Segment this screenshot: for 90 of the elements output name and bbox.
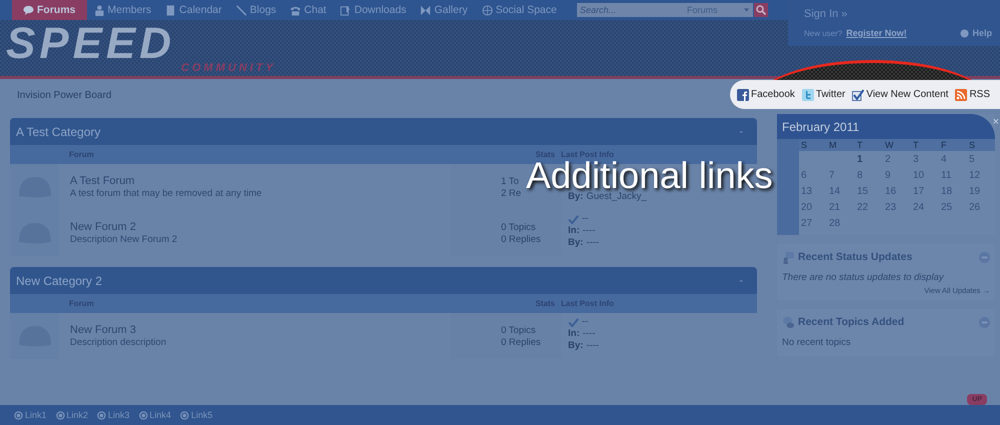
checkmark-icon bbox=[852, 88, 864, 100]
nav-tab[interactable]: Chat bbox=[283, 0, 334, 20]
last-post-author[interactable]: ---- bbox=[586, 340, 599, 352]
nav-tab[interactable]: Calendar bbox=[158, 0, 229, 20]
forum-stat: 0 Replies bbox=[501, 336, 542, 348]
search-field[interactable]: Search... bbox=[577, 3, 673, 17]
nav-tab[interactable]: Social Space bbox=[474, 0, 564, 20]
forum-stat: 0 Topics bbox=[501, 222, 537, 232]
last-post-title[interactable]: -- bbox=[582, 213, 588, 225]
logo-title: SPEED bbox=[6, 26, 176, 62]
last-post-by-label: By: bbox=[568, 340, 584, 352]
last-post-forum: ---- bbox=[582, 328, 596, 340]
last-post-title[interactable]: -- bbox=[582, 316, 588, 328]
person-icon bbox=[94, 4, 105, 16]
help-link[interactable]: Help bbox=[960, 28, 992, 38]
collapse-toggle[interactable]: - bbox=[739, 274, 743, 286]
globe-icon bbox=[482, 4, 493, 16]
forum-title-link[interactable]: New Forum 3 bbox=[70, 324, 451, 336]
collapse-icon[interactable] bbox=[979, 252, 990, 262]
search-icon bbox=[756, 5, 766, 15]
weekday-label: T bbox=[912, 140, 920, 150]
register-link[interactable]: Register Now! bbox=[846, 28, 907, 38]
new-user-label: New user? bbox=[804, 28, 842, 38]
forum-title-link[interactable]: A Test Forum bbox=[70, 175, 451, 187]
search-button[interactable] bbox=[754, 3, 768, 17]
weekday-label: S bbox=[968, 140, 976, 150]
sidebar-block-title: Recent Status Updates bbox=[798, 251, 912, 263]
download-icon bbox=[340, 4, 352, 16]
footer-link[interactable]: Link2 bbox=[56, 410, 88, 420]
status-update-icon bbox=[782, 250, 795, 264]
forum-description: Description description bbox=[70, 337, 168, 348]
circle-icon bbox=[97, 410, 106, 420]
checkmark-icon bbox=[568, 214, 579, 224]
close-button[interactable]: × bbox=[992, 116, 999, 128]
calendar-day[interactable]: 1 bbox=[855, 154, 883, 164]
calendar-month-title[interactable]: February 2011 bbox=[782, 120, 860, 134]
last-post-forum: ---- bbox=[582, 225, 596, 237]
nav-tab[interactable]: Members bbox=[86, 0, 158, 20]
header-link[interactable]: View New Content bbox=[852, 88, 948, 100]
header-link[interactable]: Twitter bbox=[802, 88, 846, 100]
weekday-label: M bbox=[828, 140, 838, 150]
phone-icon bbox=[290, 4, 302, 16]
speech-bubble-icon bbox=[23, 4, 34, 16]
forum-stat: 0 Replies bbox=[501, 234, 542, 244]
footer-link[interactable]: Link4 bbox=[138, 410, 172, 420]
weekday-label: T bbox=[856, 140, 864, 150]
category-title[interactable]: New Category 2 bbox=[16, 274, 102, 288]
sidebar-block-title: Recent Topics Added bbox=[798, 316, 904, 328]
category-title[interactable]: A Test Category bbox=[16, 124, 100, 138]
forum-title-link[interactable]: New Forum 2 bbox=[70, 221, 451, 233]
weekday-label: F bbox=[940, 140, 948, 150]
weekday-label: W bbox=[884, 140, 894, 150]
circle-icon bbox=[180, 410, 190, 420]
nav-tab[interactable]: Blogs bbox=[228, 0, 284, 20]
forum-stat: 2 Re bbox=[501, 188, 522, 198]
speech-bubbles-icon bbox=[782, 316, 795, 328]
help-icon bbox=[960, 28, 970, 38]
collapse-toggle[interactable]: - bbox=[739, 126, 743, 138]
facebook-icon bbox=[736, 88, 749, 100]
circle-icon bbox=[138, 410, 148, 420]
forum-stat: 0 Topics bbox=[501, 324, 537, 336]
forum-description: A test forum that may be removed at any time bbox=[70, 188, 263, 199]
last-post-by-label: By: bbox=[568, 237, 584, 249]
circle-icon bbox=[56, 410, 65, 420]
header-link[interactable]: RSS bbox=[955, 88, 990, 100]
sign-in-link[interactable]: Sign In » bbox=[804, 8, 992, 20]
twitter-icon bbox=[802, 88, 814, 100]
forum-stat: 1 To bbox=[501, 176, 520, 186]
caret-icon bbox=[744, 8, 749, 12]
sidebar-block-text: No recent topics bbox=[782, 336, 852, 350]
footer-link[interactable]: Link5 bbox=[180, 410, 213, 420]
last-post-author[interactable]: Guest_Jacky_ bbox=[586, 191, 647, 203]
last-post-author[interactable]: ---- bbox=[586, 237, 599, 249]
nav-tab[interactable]: Downloads bbox=[333, 0, 414, 20]
sidebar-block-text: There are no status updates to display bbox=[782, 271, 945, 285]
collapse-icon[interactable] bbox=[979, 316, 990, 328]
weekday-label: S bbox=[800, 140, 808, 150]
checkmark-icon bbox=[568, 318, 579, 326]
footer-link[interactable]: Link3 bbox=[97, 410, 130, 420]
header-link[interactable]: Facebook bbox=[736, 88, 795, 100]
forum-description: Description New Forum 2 bbox=[70, 234, 178, 245]
nav-tab[interactable]: Forums bbox=[12, 0, 87, 20]
last-post-in-label: In: bbox=[568, 328, 580, 340]
circle-icon bbox=[14, 410, 23, 420]
last-post-in-label: In: bbox=[568, 225, 580, 237]
footer-link[interactable]: Link1 bbox=[14, 410, 47, 420]
breadcrumb[interactable]: Invision Power Board bbox=[17, 90, 112, 100]
logo-subtitle: COMMUNITY bbox=[181, 62, 276, 74]
rss-icon bbox=[955, 88, 968, 100]
nav-tab[interactable]: Gallery bbox=[413, 0, 475, 20]
